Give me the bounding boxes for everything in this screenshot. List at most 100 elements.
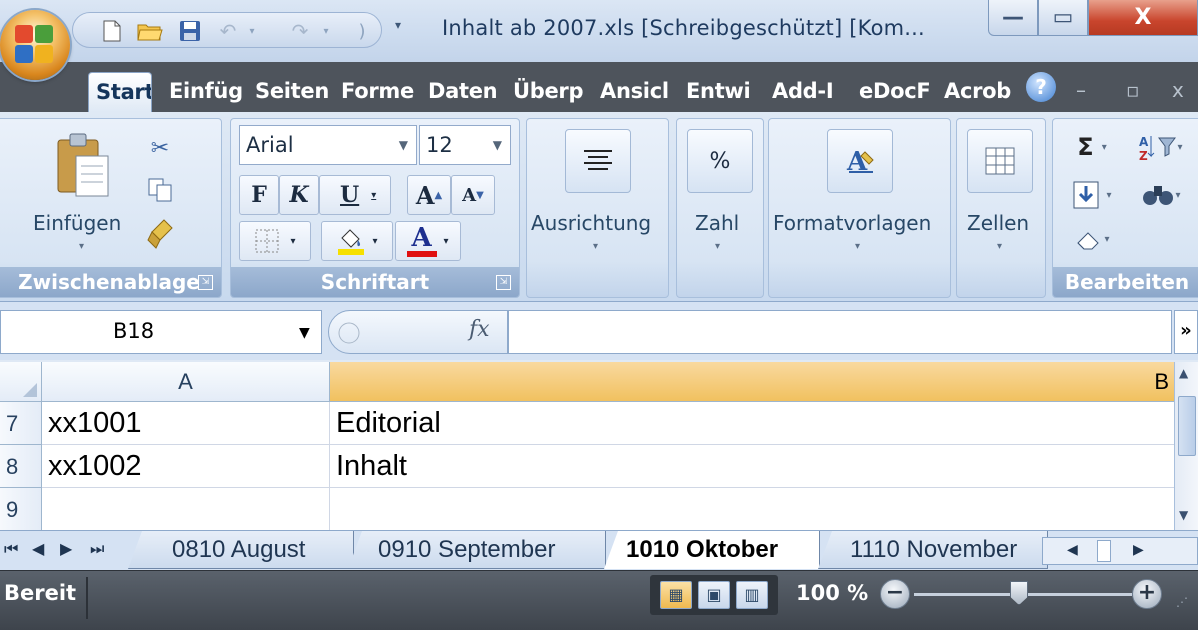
font-color-button[interactable]: A ▾: [395, 221, 461, 261]
cell-a7[interactable]: xx1001: [42, 402, 330, 445]
borders-dropdown-icon[interactable]: ▾: [290, 236, 295, 247]
vertical-scroll-thumb[interactable]: [1178, 396, 1196, 456]
sheet-tab-oktober[interactable]: 1010 Oktober: [604, 531, 820, 569]
scroll-right-icon[interactable]: ▶: [1133, 542, 1144, 558]
copy-icon[interactable]: [145, 175, 175, 205]
fill-color-button[interactable]: ▾: [321, 221, 393, 261]
zoom-level[interactable]: 100 %: [796, 581, 868, 605]
cell-b8[interactable]: Inhalt: [330, 445, 1174, 488]
office-button[interactable]: [0, 10, 70, 80]
next-sheet-icon[interactable]: ▶: [60, 539, 72, 558]
paste-dropdown-icon[interactable]: ▾: [79, 241, 84, 252]
horizontal-scroll-thumb[interactable]: [1097, 540, 1111, 562]
tab-data[interactable]: Daten: [421, 72, 503, 112]
scroll-left-icon[interactable]: ◀: [1067, 542, 1078, 558]
prev-sheet-icon[interactable]: ◀: [32, 539, 44, 558]
underline-button[interactable]: U ▾: [319, 175, 391, 215]
workbook-restore-icon[interactable]: ▫: [1126, 78, 1140, 102]
vertical-scrollbar[interactable]: ▲ ▼: [1174, 362, 1198, 530]
column-header-a[interactable]: A: [42, 362, 330, 402]
autosum-dropdown-icon[interactable]: ▾: [1102, 142, 1107, 153]
save-icon[interactable]: [177, 18, 203, 44]
font-name-dropdown-icon[interactable]: ▼: [399, 126, 408, 164]
undo-dropdown-icon[interactable]: ▾: [239, 18, 265, 44]
minimize-button[interactable]: —: [988, 0, 1038, 36]
scroll-up-icon[interactable]: ▲: [1179, 366, 1188, 380]
fill-button[interactable]: ▾: [1067, 177, 1117, 213]
sheet-tab-november[interactable]: 1110 November: [818, 531, 1048, 569]
tab-edocf[interactable]: eDocF: [852, 72, 932, 112]
row-header-7[interactable]: 7: [0, 402, 42, 445]
undo-icon[interactable]: ↶: [215, 18, 241, 44]
font-size-combo[interactable]: 12 ▼: [419, 125, 511, 165]
tab-add-ins[interactable]: Add-I: [765, 72, 845, 112]
sheet-tab-september[interactable]: 0910 September: [348, 531, 606, 569]
first-sheet-icon[interactable]: ⏮: [4, 539, 18, 559]
help-icon[interactable]: ?: [1026, 72, 1056, 102]
cell-b9[interactable]: [330, 488, 1174, 530]
zoom-slider-thumb[interactable]: [1010, 581, 1028, 605]
font-name-combo[interactable]: Arial ▼: [239, 125, 417, 165]
row-header-8[interactable]: 8: [0, 445, 42, 488]
zoom-in-icon[interactable]: +: [1132, 579, 1162, 609]
formula-input[interactable]: [508, 310, 1172, 354]
cell-b7[interactable]: Editorial: [330, 402, 1174, 445]
cell-a8[interactable]: xx1002: [42, 445, 330, 488]
find-select-button[interactable]: ▾: [1129, 177, 1193, 213]
font-launcher-icon[interactable]: ⇲: [496, 275, 511, 290]
page-layout-view-icon[interactable]: ▣: [698, 581, 730, 609]
expand-formula-bar-icon[interactable]: »: [1174, 310, 1198, 354]
tab-review[interactable]: Überp: [506, 72, 590, 112]
tab-insert[interactable]: Einfüg: [162, 72, 244, 112]
maximize-button[interactable]: ▭: [1038, 0, 1088, 36]
fill-color-dropdown-icon[interactable]: ▾: [372, 236, 377, 247]
styles-group[interactable]: A Formatvorlagen ▾: [768, 118, 951, 298]
redo-dropdown-icon[interactable]: ▾: [313, 18, 339, 44]
close-button[interactable]: X: [1088, 0, 1198, 36]
last-sheet-icon[interactable]: ⏭: [90, 539, 104, 559]
open-folder-icon[interactable]: [137, 18, 163, 44]
new-document-icon[interactable]: [99, 18, 125, 44]
cells-group[interactable]: Zellen ▾: [956, 118, 1046, 298]
font-size-dropdown-icon[interactable]: ▼: [493, 126, 502, 164]
find-select-dropdown-icon[interactable]: ▾: [1175, 190, 1180, 201]
customize-qat-icon[interactable]: ▾: [395, 18, 401, 32]
font-color-dropdown-icon[interactable]: ▾: [443, 236, 448, 247]
alignment-group[interactable]: Ausrichtung ▾: [526, 118, 669, 298]
scroll-down-icon[interactable]: ▼: [1179, 508, 1188, 522]
shrink-font-button[interactable]: A ▼: [451, 175, 495, 215]
column-header-b[interactable]: B: [330, 362, 1174, 402]
clear-dropdown-icon[interactable]: ▾: [1104, 234, 1109, 245]
grow-font-button[interactable]: A ▲: [407, 175, 451, 215]
resize-grip-icon[interactable]: ⋰: [1176, 595, 1196, 615]
insert-function-button[interactable]: fx: [469, 317, 490, 342]
tab-page-layout[interactable]: Seiten: [248, 72, 330, 112]
clipboard-launcher-icon[interactable]: ⇲: [198, 275, 213, 290]
bold-button[interactable]: F: [239, 175, 279, 215]
select-all-corner[interactable]: [0, 362, 42, 402]
sort-filter-dropdown-icon[interactable]: ▾: [1177, 142, 1182, 153]
tab-formulas[interactable]: Forme: [334, 72, 418, 112]
format-painter-icon[interactable]: [145, 217, 175, 251]
sheet-tab-august[interactable]: 0810 August: [128, 531, 354, 569]
cell-a9[interactable]: [42, 488, 330, 530]
tab-acrobat[interactable]: Acrob: [937, 72, 1019, 112]
cut-icon[interactable]: ✂: [145, 133, 175, 163]
workbook-close-icon[interactable]: x: [1172, 78, 1184, 102]
page-break-view-icon[interactable]: ▥: [736, 581, 768, 609]
name-box[interactable]: B18 ▼: [0, 310, 322, 354]
autosum-button[interactable]: Σ ▾: [1067, 131, 1117, 163]
tab-view[interactable]: Ansicl: [593, 72, 673, 112]
paste-button-label[interactable]: Einfügen: [33, 211, 121, 235]
name-box-dropdown-icon[interactable]: ▼: [299, 325, 310, 341]
zoom-out-icon[interactable]: −: [880, 579, 910, 609]
paste-icon[interactable]: [49, 129, 115, 199]
italic-button[interactable]: K: [279, 175, 319, 215]
number-group[interactable]: % Zahl ▾: [676, 118, 764, 298]
redo-icon[interactable]: ↷: [287, 18, 313, 44]
horizontal-scrollbar[interactable]: ◀ ▶: [1042, 537, 1198, 565]
row-header-9[interactable]: 9: [0, 488, 42, 530]
sort-filter-button[interactable]: AZ ▾: [1129, 131, 1193, 163]
underline-dropdown-icon[interactable]: ▾: [371, 190, 376, 201]
fill-dropdown-icon[interactable]: ▾: [1106, 190, 1111, 201]
